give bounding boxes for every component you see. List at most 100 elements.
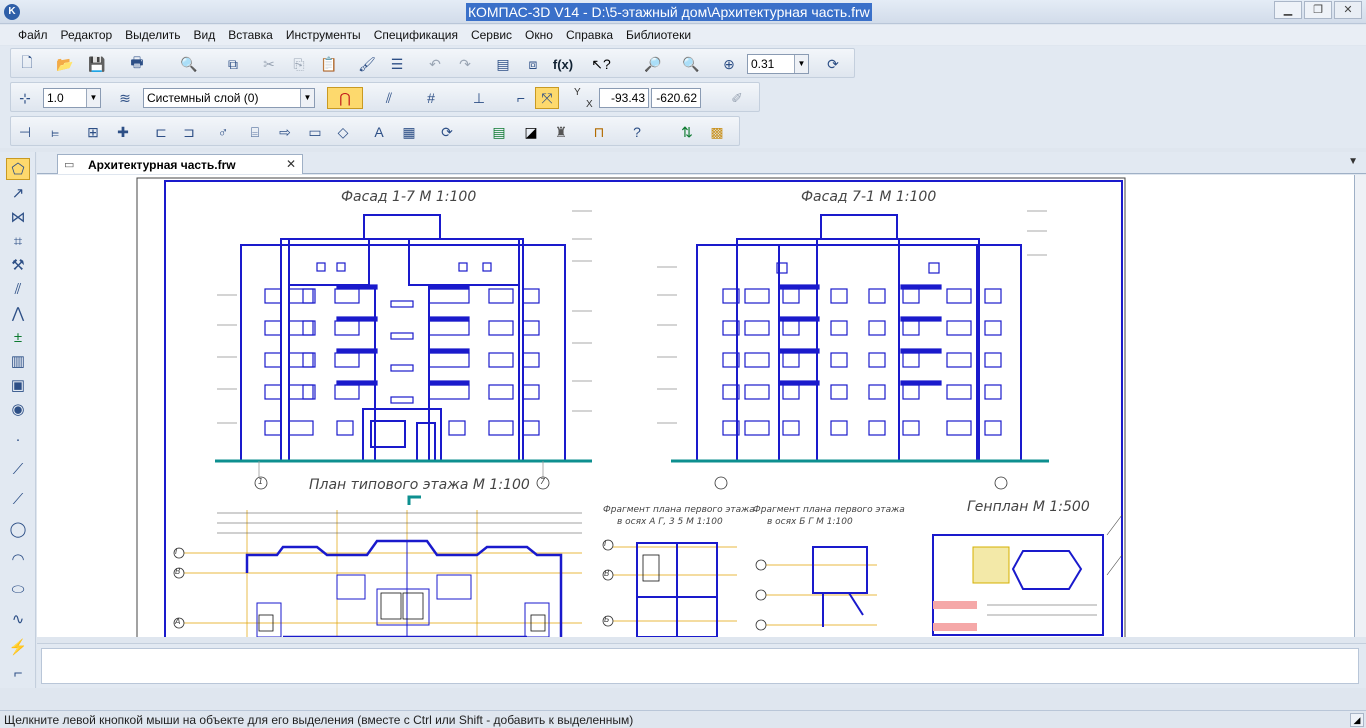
column-grid-icon[interactable]: ✚ bbox=[111, 121, 135, 143]
leader-icon[interactable]: ♂ bbox=[211, 121, 235, 143]
close-button[interactable]: ✕ bbox=[1334, 1, 1362, 19]
coord-x-input[interactable]: -93.43 bbox=[599, 88, 649, 108]
chevron-down-icon[interactable]: ▼ bbox=[300, 89, 314, 107]
zoom-all-icon[interactable]: 🔍 bbox=[679, 53, 703, 75]
point-icon[interactable]: · bbox=[6, 428, 30, 450]
canvas-vertical-scrollbar[interactable] bbox=[1355, 175, 1366, 637]
menu-editor[interactable]: Редактор bbox=[61, 28, 113, 42]
designations-mode-icon[interactable]: ⋈ bbox=[6, 206, 30, 228]
construction-mode-icon[interactable]: ⌗ bbox=[6, 230, 30, 252]
manager-icon[interactable]: ⧉ bbox=[221, 53, 245, 75]
rebuild-icon[interactable]: ⟳ bbox=[435, 121, 459, 143]
command-line[interactable] bbox=[41, 648, 1359, 684]
round-coords-icon[interactable]: ⤧ bbox=[535, 87, 559, 109]
layers-icon[interactable]: ≋ bbox=[113, 87, 137, 109]
parametrization-mode-icon[interactable]: ⫽ bbox=[6, 278, 30, 300]
chevron-down-icon[interactable]: ▼ bbox=[86, 89, 100, 107]
ellipse-icon[interactable]: ⬭ bbox=[6, 578, 30, 600]
new-document-icon[interactable]: 🗋 bbox=[15, 53, 39, 75]
dimension-icon[interactable]: ⊣ bbox=[13, 121, 37, 143]
wall-icon[interactable]: ⊐ bbox=[177, 121, 201, 143]
segment-icon[interactable]: ⟋ bbox=[6, 488, 30, 510]
document-tab[interactable]: ▭ Архитектурная часть.frw ✕ bbox=[57, 154, 303, 174]
zoom-in-icon[interactable]: ⊕ bbox=[717, 53, 741, 75]
table-icon[interactable]: ▦ bbox=[397, 121, 421, 143]
chevron-down-icon[interactable]: ▼ bbox=[794, 55, 808, 73]
tab-list-chevron-icon[interactable]: ▼ bbox=[1348, 156, 1358, 167]
menu-select[interactable]: Выделить bbox=[125, 28, 180, 42]
level-mark-icon[interactable]: ⊏ bbox=[149, 121, 173, 143]
menu-window[interactable]: Окно bbox=[525, 28, 553, 42]
polyline-icon[interactable]: ⌐ bbox=[6, 662, 30, 684]
menu-view[interactable]: Вид bbox=[194, 28, 216, 42]
spline-icon[interactable]: ∿ bbox=[6, 608, 30, 630]
line-style-input[interactable]: 1.0 ▼ bbox=[43, 88, 101, 108]
base-icon[interactable]: ◇ bbox=[331, 121, 355, 143]
context-help-icon[interactable]: ↖? bbox=[589, 53, 613, 75]
stamp-tool-icon[interactable]: ♜ bbox=[549, 121, 573, 143]
refresh-view-icon[interactable]: ⟳ bbox=[821, 53, 845, 75]
maximize-button[interactable]: ❐ bbox=[1304, 1, 1332, 19]
zoom-input[interactable]: 0.31 ▼ bbox=[747, 54, 809, 74]
measure-icon[interactable]: ⊓ bbox=[587, 121, 611, 143]
dimension-chain-icon[interactable]: ⫢ bbox=[43, 121, 67, 143]
arc-icon[interactable]: ◠ bbox=[6, 548, 30, 570]
spec-mode-icon[interactable]: ▣ bbox=[6, 374, 30, 396]
save-icon[interactable]: 💾 bbox=[85, 53, 109, 75]
menu-libraries[interactable]: Библиотеки bbox=[626, 28, 691, 42]
menu-tools[interactable]: Инструменты bbox=[286, 28, 361, 42]
associative-views-icon[interactable]: ▥ bbox=[6, 350, 30, 372]
coord-y-input[interactable]: -620.62 bbox=[651, 88, 701, 108]
view-arrow-icon[interactable]: ⇨ bbox=[273, 121, 297, 143]
close-tab-icon[interactable]: ✕ bbox=[286, 157, 296, 171]
tree-view-icon[interactable]: ⧈ bbox=[521, 53, 545, 75]
parameters-icon[interactable]: ✐ bbox=[725, 87, 749, 109]
fill-icon[interactable]: ◪ bbox=[519, 121, 543, 143]
print-icon[interactable]: 🖶 bbox=[125, 53, 149, 75]
undo-icon[interactable]: ↶ bbox=[423, 53, 447, 75]
library-icon[interactable]: ▩ bbox=[705, 121, 729, 143]
transfer-icon[interactable]: ⇅ bbox=[675, 121, 699, 143]
copy-icon[interactable]: ⎘ bbox=[287, 53, 311, 75]
cut-icon[interactable]: ✂ bbox=[257, 53, 281, 75]
help-book-icon[interactable]: ? bbox=[625, 121, 649, 143]
axes-icon[interactable]: ⊥ bbox=[467, 87, 491, 109]
paste-icon[interactable]: 📋 bbox=[317, 53, 341, 75]
grid-icon[interactable]: # bbox=[419, 87, 443, 109]
redo-icon[interactable]: ↷ bbox=[453, 53, 477, 75]
selection-mode-icon[interactable]: ± bbox=[6, 326, 30, 348]
geometry-mode-icon[interactable]: ⬠ bbox=[6, 158, 30, 180]
ortho-mode-icon[interactable]: ⌐ bbox=[509, 87, 533, 109]
layer-select[interactable]: Системный слой (0) ▼ bbox=[143, 88, 315, 108]
snap-magnet-icon[interactable]: ⋂ bbox=[327, 87, 363, 109]
resize-grip-icon[interactable]: ◢ bbox=[1350, 713, 1364, 727]
stamp-icon[interactable]: ▭ bbox=[303, 121, 327, 143]
text-icon[interactable]: A bbox=[367, 121, 391, 143]
menu-file[interactable]: Файл bbox=[18, 28, 48, 42]
properties-list-icon[interactable]: ☰ bbox=[385, 53, 409, 75]
menu-specification[interactable]: Спецификация bbox=[374, 28, 458, 42]
circle-icon[interactable]: ◯ bbox=[6, 518, 30, 540]
menu-service[interactable]: Сервис bbox=[471, 28, 512, 42]
reports-mode-icon[interactable]: ◉ bbox=[6, 398, 30, 420]
contour-icon[interactable]: ⚡ bbox=[6, 636, 30, 658]
section-mark-icon[interactable]: ⌸ bbox=[243, 121, 267, 143]
measurements-mode-icon[interactable]: ⋀ bbox=[6, 302, 30, 324]
zoom-window-icon[interactable]: 🔎 bbox=[641, 53, 665, 75]
editing-mode-icon[interactable]: ⚒ bbox=[6, 254, 30, 276]
local-cs-icon[interactable]: ⊹ bbox=[13, 87, 37, 109]
open-folder-icon[interactable]: 📂 bbox=[53, 53, 77, 75]
drawing-canvas[interactable]: Фасад 1-7 М 1:100 Фасад 7-1 М 1:100 План… bbox=[37, 175, 1355, 637]
report-table-icon[interactable]: ▤ bbox=[487, 121, 511, 143]
menu-help[interactable]: Справка bbox=[566, 28, 613, 42]
preview-icon[interactable]: 🔍 bbox=[177, 53, 201, 75]
format-brush-icon[interactable]: 🖌 bbox=[355, 53, 379, 75]
menu-insert[interactable]: Вставка bbox=[228, 28, 273, 42]
variables-icon[interactable]: ▤ bbox=[491, 53, 515, 75]
dimensions-mode-icon[interactable]: ↗ bbox=[6, 182, 30, 204]
structure-grid-icon[interactable]: ⊞ bbox=[81, 121, 105, 143]
minimize-button[interactable]: ▁ bbox=[1274, 1, 1302, 19]
auxiliary-line-icon[interactable]: ⟋ bbox=[6, 458, 30, 480]
function-icon[interactable]: f(x) bbox=[551, 53, 575, 75]
orthogonal-icon[interactable]: ⫽ bbox=[377, 87, 401, 109]
